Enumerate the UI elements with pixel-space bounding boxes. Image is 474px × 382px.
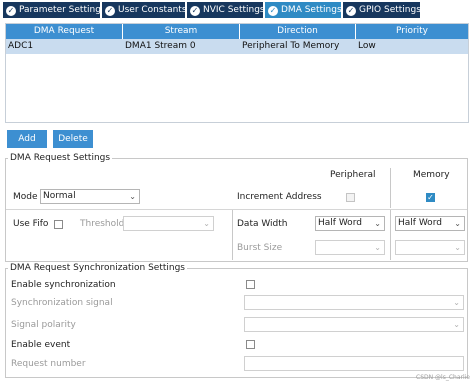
- memory-header: Memory: [413, 170, 450, 180]
- chevron-down-icon: ⌄: [454, 219, 461, 228]
- dma-request-table: DMA Request Stream Direction Priority AD…: [5, 23, 469, 123]
- column-header-stream[interactable]: Stream: [123, 24, 240, 39]
- peripheral-increment-checkbox[interactable]: [346, 193, 355, 202]
- memory-data-width-select[interactable]: Half Word ⌄: [395, 216, 465, 231]
- tab-user-constants[interactable]: ✓ User Constants: [102, 2, 187, 18]
- peripheral-data-width-value: Half Word: [318, 218, 362, 228]
- check-circle-icon: ✓: [190, 6, 200, 16]
- use-fifo-label: Use Fifo: [13, 219, 49, 229]
- cell-stream: DMA1 Stream 0: [125, 41, 196, 51]
- tab-parameter-settings[interactable]: ✓ Parameter Settings: [3, 2, 106, 18]
- cell-priority: Low: [358, 41, 376, 51]
- enable-event-checkbox[interactable]: [246, 340, 255, 349]
- memory-burst-size-select[interactable]: ⌄: [395, 240, 465, 255]
- tab-label: User Constants: [118, 5, 187, 15]
- peripheral-data-width-select[interactable]: Half Word ⌄: [315, 216, 385, 231]
- data-width-label: Data Width: [237, 219, 288, 229]
- table-header: DMA Request Stream Direction Priority: [6, 24, 468, 39]
- mode-label: Mode: [13, 192, 38, 202]
- check-circle-icon: ✓: [6, 6, 16, 16]
- use-fifo-checkbox[interactable]: [54, 220, 63, 229]
- tab-bar: ✓ Parameter Settings ✓ User Constants ✓ NVI…: [0, 0, 474, 20]
- chevron-down-icon: ⌄: [129, 192, 136, 201]
- sync-signal-label: Synchronization signal: [11, 298, 113, 308]
- memory-data-width-value: Half Word: [398, 218, 442, 228]
- check-circle-icon: ✓: [105, 6, 115, 16]
- add-button[interactable]: Add: [7, 130, 47, 148]
- cell-dma-request: ADC1: [8, 41, 34, 51]
- burst-size-label: Burst Size: [237, 243, 283, 253]
- peripheral-header: Peripheral: [330, 170, 376, 180]
- delete-button[interactable]: Delete: [53, 130, 93, 148]
- peripheral-burst-size-select[interactable]: ⌄: [315, 240, 385, 255]
- enable-sync-checkbox[interactable]: [246, 280, 255, 289]
- signal-polarity-select[interactable]: ⌄: [244, 317, 464, 332]
- dma-sync-settings-title: DMA Request Synchronization Settings: [8, 263, 187, 273]
- mode-select[interactable]: Normal ⌄: [40, 189, 140, 204]
- request-number-label: Request number: [11, 359, 86, 369]
- chevron-down-icon: ⌄: [454, 243, 461, 252]
- tab-dma-settings[interactable]: ✓ DMA Settings: [265, 2, 342, 18]
- memory-increment-checkbox[interactable]: ✓: [426, 193, 435, 202]
- mode-value: Normal: [43, 191, 76, 201]
- tab-label: DMA Settings: [281, 5, 342, 15]
- tab-label: GPIO Settings: [359, 5, 421, 15]
- watermark: CSDN @ls_Charlie: [416, 374, 470, 381]
- dma-request-settings-title: DMA Request Settings: [8, 153, 113, 163]
- column-divider: [390, 210, 391, 260]
- chevron-down-icon: ⌄: [374, 219, 381, 228]
- request-number-input[interactable]: [244, 356, 464, 371]
- tab-label: NVIC Settings: [203, 5, 265, 15]
- column-header-dma-request[interactable]: DMA Request: [6, 24, 123, 39]
- tab-nvic-settings[interactable]: ✓ NVIC Settings: [187, 2, 265, 18]
- threshold-select[interactable]: ⌄: [123, 216, 214, 231]
- check-circle-icon: ✓: [346, 6, 356, 16]
- threshold-label: Threshold: [80, 219, 125, 229]
- chevron-down-icon: ⌄: [203, 219, 210, 228]
- enable-event-label: Enable event: [11, 340, 71, 350]
- column-header-priority[interactable]: Priority: [356, 24, 468, 39]
- column-header-direction[interactable]: Direction: [240, 24, 356, 39]
- row-divider: [6, 209, 467, 210]
- column-divider: [390, 168, 391, 208]
- column-divider: [232, 210, 233, 260]
- signal-polarity-label: Signal polarity: [11, 320, 76, 330]
- sync-signal-select[interactable]: ⌄: [244, 295, 464, 310]
- check-circle-icon: ✓: [268, 6, 278, 16]
- table-row[interactable]: ADC1 DMA1 Stream 0 Peripheral To Memory …: [6, 39, 468, 54]
- chevron-down-icon: ⌄: [453, 298, 460, 307]
- check-icon: ✓: [427, 193, 434, 202]
- cell-direction: Peripheral To Memory: [242, 41, 340, 51]
- enable-sync-label: Enable synchronization: [11, 280, 116, 290]
- tab-label: Parameter Settings: [19, 5, 106, 15]
- tab-gpio-settings[interactable]: ✓ GPIO Settings: [343, 2, 421, 18]
- increment-address-label: Increment Address: [237, 192, 322, 202]
- chevron-down-icon: ⌄: [374, 243, 381, 252]
- chevron-down-icon: ⌄: [453, 320, 460, 329]
